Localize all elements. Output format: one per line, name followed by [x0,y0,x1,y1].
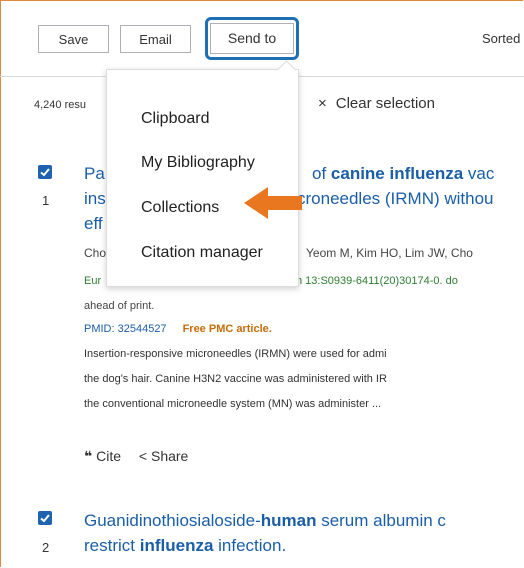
checkmark-icon [40,168,50,177]
cite-button[interactable]: ❝ Cite [84,448,121,464]
article-ahead-of-print: ahead of print. [84,300,155,312]
checkmark-icon [40,514,50,523]
quote-icon: ❝ [84,448,93,464]
article-authors: Yeom M, Kim HO, Lim JW, Cho [306,246,473,260]
menu-item-citation-manager[interactable]: Citation manager [141,244,263,262]
orange-arrow-icon [244,187,302,219]
article-title-line[interactable]: eff [84,213,103,234]
article-title-line[interactable]: restrict influenza infection. [84,535,286,556]
menu-item-clipboard[interactable]: Clipboard [141,110,209,128]
article-journal: n 13:S0939-6411(20)30174-0. do [296,275,458,287]
article-authors: Cho [84,246,107,260]
pmid: PMID: 32544527 [84,323,167,335]
free-pmc-link[interactable]: Free PMC article. [183,323,272,335]
results-count: 4,240 resu [34,99,86,111]
article-number: 1 [42,193,50,208]
share-icon: < [138,448,148,464]
article-ids: PMID: 32544527 Free PMC article. [84,323,272,335]
article-snippet-line: the dog's hair. Canine H3N2 vaccine was … [84,373,387,385]
clear-selection-label: Clear selection [335,95,435,112]
send-to-button[interactable]: Send to [210,23,294,54]
article-title-line[interactable]: Guanidinothiosialoside-human serum album… [84,510,446,531]
menu-item-my-bibliography[interactable]: My Bibliography [141,154,255,172]
share-button[interactable]: < Share [139,448,188,464]
clear-selection-link[interactable]: × Clear selection [318,95,435,112]
article-number: 2 [42,540,50,555]
save-button[interactable]: Save [38,25,109,53]
article-snippet-line: the conventional microneedle system (MN)… [84,398,382,410]
article-title-line[interactable]: Pa [84,163,105,184]
article-title-line[interactable]: ins [84,188,106,209]
checkbox-article-1[interactable] [38,165,52,179]
article-actions: ❝ Cite < Share [84,448,202,465]
close-icon: × [318,95,327,112]
article-title-continuation[interactable]: of canine influenza vac [312,163,494,184]
article-journal: Eur [84,275,102,287]
send-to-menu: Clipboard My Bibliography Collections Ci… [106,60,299,287]
menu-item-collections[interactable]: Collections [141,199,219,217]
results-toolbar: Save Email Send to Sorted [0,0,524,77]
email-button[interactable]: Email [120,25,191,53]
article-snippet-line: Insertion-responsive microneedles (IRMN)… [84,348,387,360]
sort-label[interactable]: Sorted [482,31,520,46]
checkbox-article-2[interactable] [38,511,52,525]
article-title-continuation[interactable]: croneedles (IRMN) withou [297,188,494,209]
